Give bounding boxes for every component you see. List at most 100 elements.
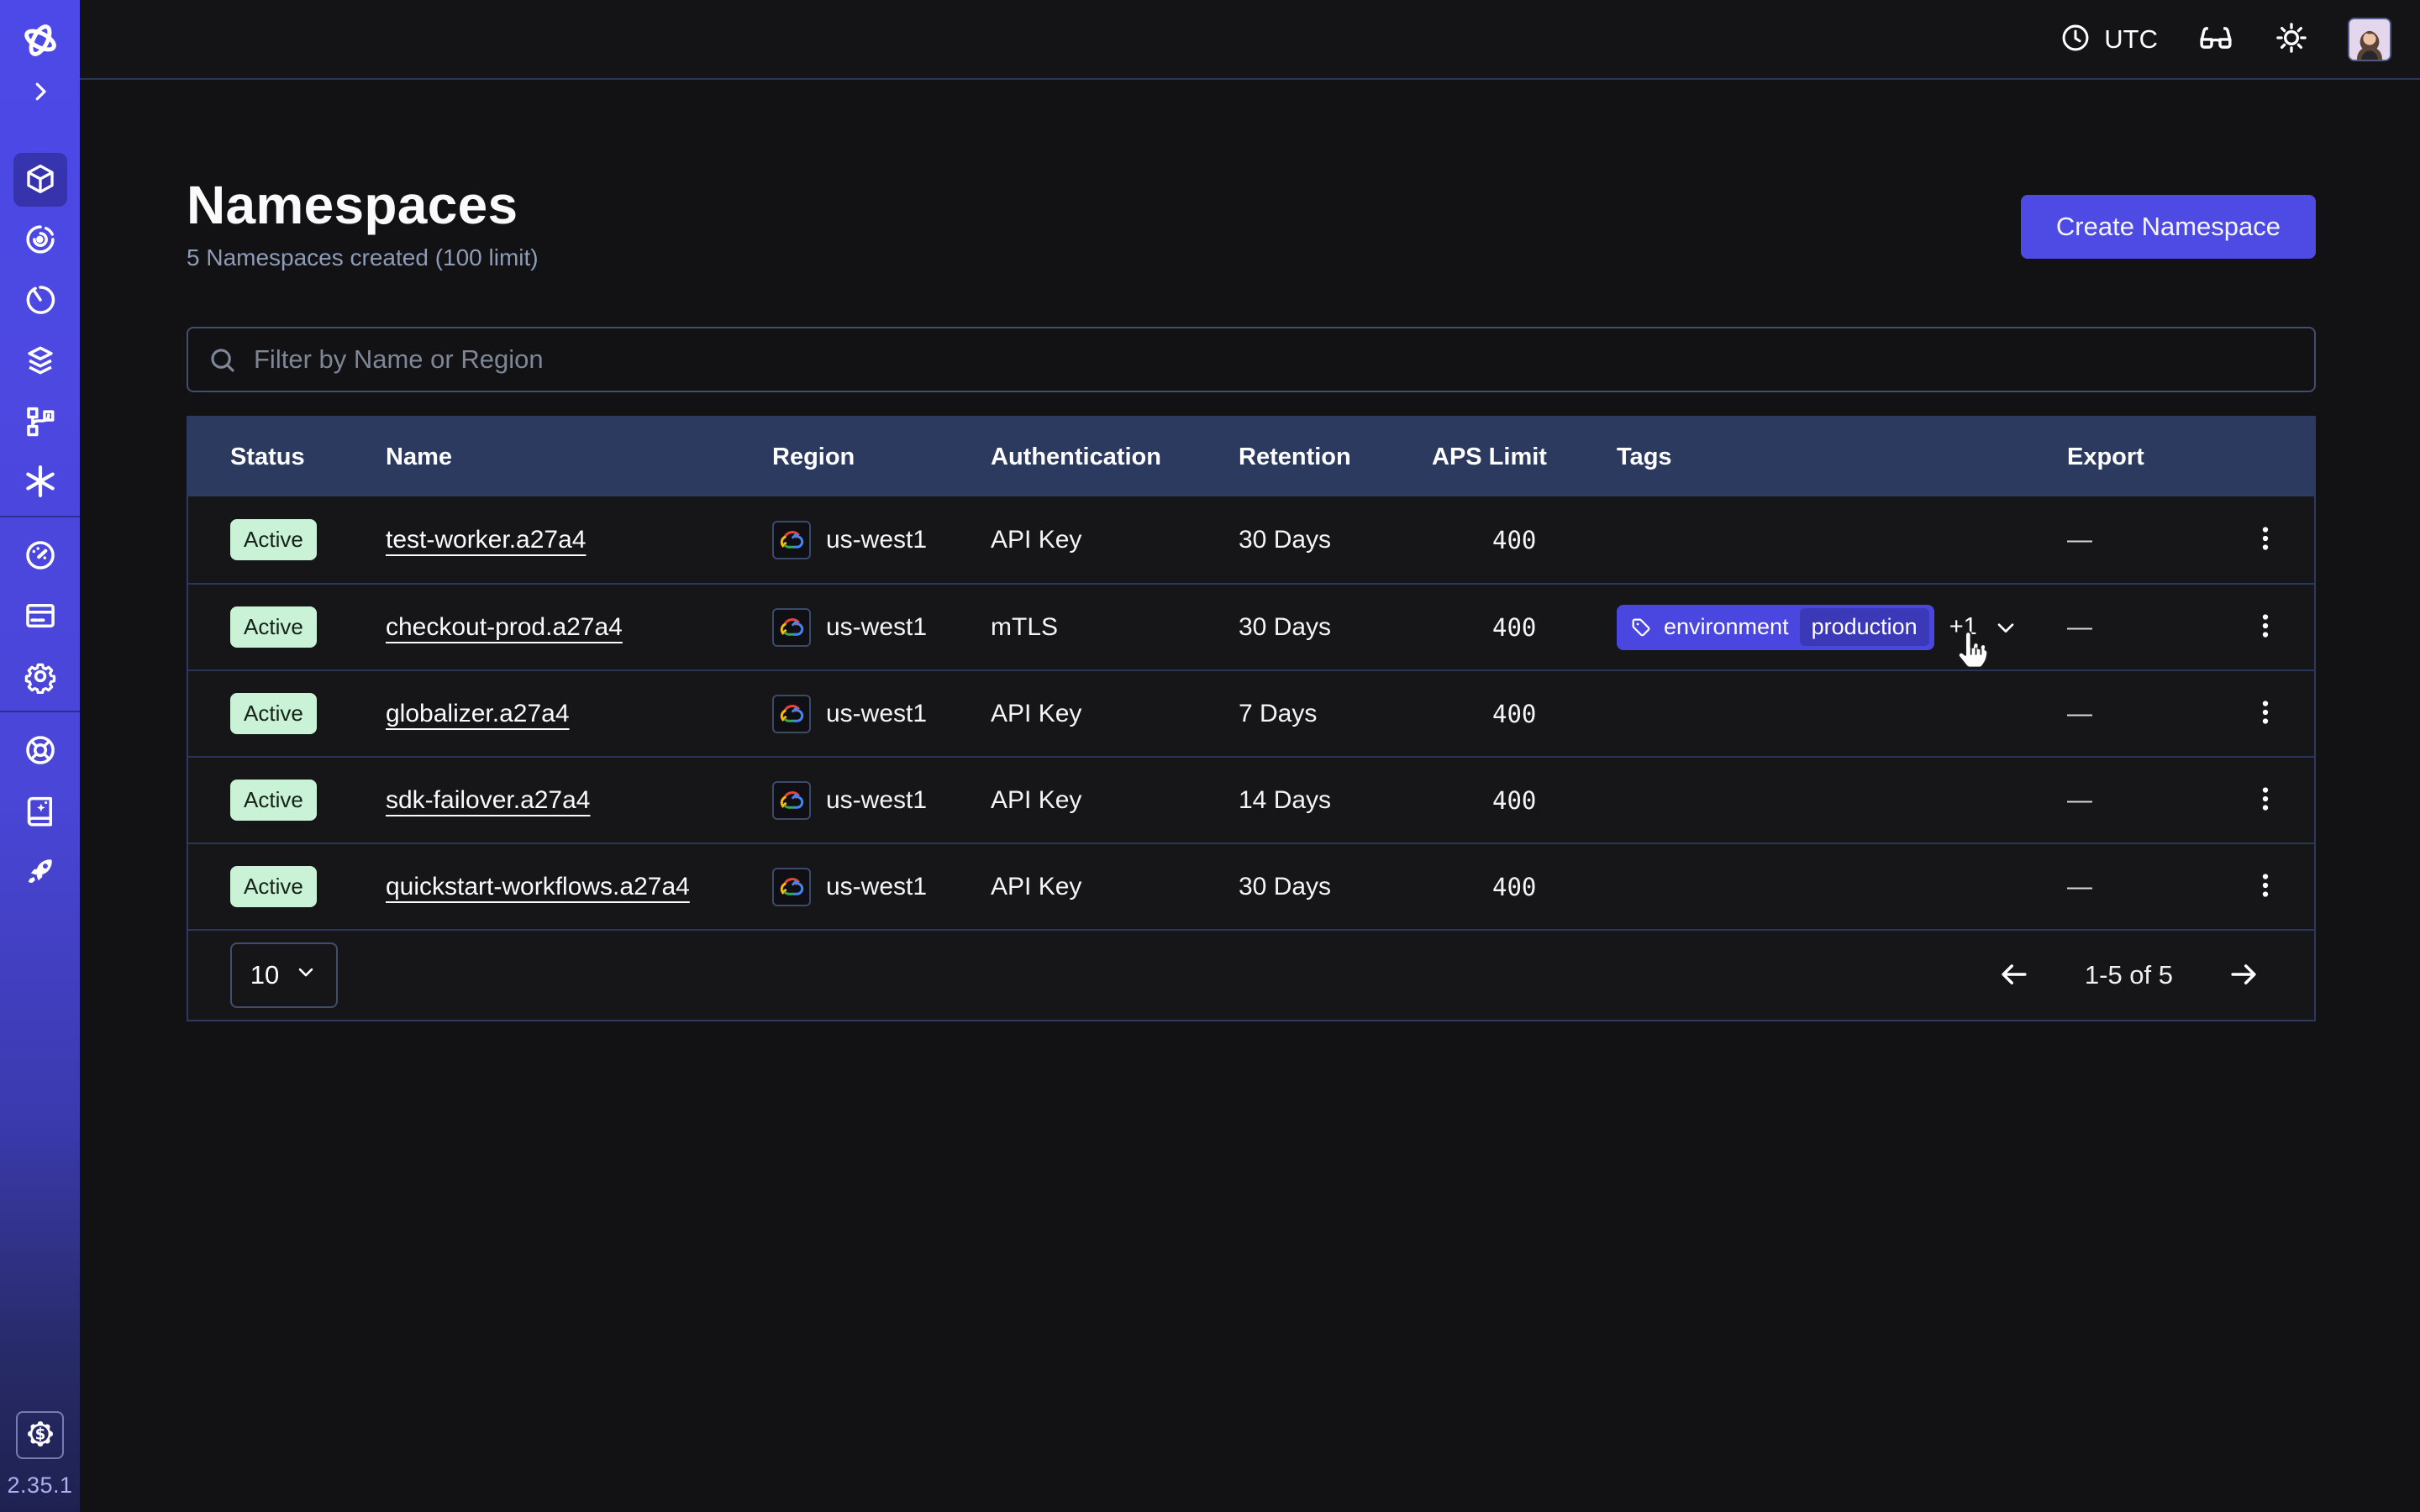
sidebar-item-nexus[interactable]	[13, 455, 67, 509]
sidebar-nav-help	[13, 724, 67, 899]
row-actions-cell	[2240, 602, 2314, 653]
asterisk-icon	[22, 463, 59, 502]
google-cloud-icon	[772, 521, 811, 559]
page-size-select[interactable]: 10	[230, 942, 338, 1008]
theme-toggle-button[interactable]	[2274, 20, 2309, 58]
row-menu-button[interactable]	[2240, 862, 2291, 912]
sidebar-expand-chevron-icon[interactable]	[20, 77, 60, 106]
table-row: Active checkout-prod.a27a4 us-west1 mTLS…	[188, 583, 2314, 669]
google-cloud-icon	[772, 781, 811, 820]
filter-input[interactable]	[187, 327, 2316, 392]
tag-group: environment production +1	[1617, 605, 2019, 650]
user-avatar[interactable]	[2348, 18, 2391, 61]
status-badge: Active	[230, 519, 317, 560]
next-page-button[interactable]	[2225, 956, 2262, 995]
credit-card-icon	[23, 598, 58, 636]
page-subtitle: 5 Namespaces created (100 limit)	[187, 244, 539, 271]
prev-page-button[interactable]	[1996, 956, 2033, 995]
namespace-link[interactable]: globalizer.a27a4	[386, 700, 570, 728]
namespace-link[interactable]: test-worker.a27a4	[386, 526, 586, 554]
aps-limit-cell: 400	[1432, 873, 1617, 901]
status-cell: Active	[230, 606, 386, 648]
authentication-cell: API Key	[991, 700, 1239, 728]
sidebar-item-namespaces[interactable]	[13, 153, 67, 207]
sidebar-item-deployments[interactable]	[13, 334, 67, 388]
status-cell: Active	[230, 693, 386, 734]
sidebar: $ 2.35.1	[0, 0, 80, 1512]
layers-icon	[23, 343, 58, 381]
export-cell: —	[2067, 700, 2240, 728]
row-menu-button[interactable]	[2240, 602, 2291, 653]
app-version: 2.35.1	[7, 1473, 72, 1499]
status-cell: Active	[230, 866, 386, 907]
page-title: Namespaces	[187, 176, 539, 234]
namespace-link[interactable]: checkout-prod.a27a4	[386, 613, 623, 642]
namespace-link[interactable]: sdk-failover.a27a4	[386, 786, 591, 815]
table-row: Active globalizer.a27a4 us-west1 API Key…	[188, 669, 2314, 756]
dollar-badge-icon: $	[24, 1418, 56, 1452]
row-menu-button[interactable]	[2240, 775, 2291, 826]
row-menu-button[interactable]	[2240, 515, 2291, 565]
tag-more-count[interactable]: +1	[1949, 613, 1977, 641]
status-badge: Active	[230, 693, 317, 734]
lifebuoy-icon	[23, 732, 58, 770]
col-header-aps-limit: APS Limit	[1432, 444, 1617, 471]
name-cell: test-worker.a27a4	[386, 526, 772, 554]
google-cloud-icon	[772, 608, 811, 647]
aps-limit-cell: 400	[1432, 526, 1617, 554]
rocket-icon	[23, 853, 58, 891]
table-body: Active test-worker.a27a4 us-west1 API Ke…	[188, 496, 2314, 929]
sidebar-item-billing[interactable]	[13, 590, 67, 643]
export-cell: —	[2067, 873, 2240, 901]
sun-icon	[2274, 20, 2309, 58]
temporal-logo-icon[interactable]	[18, 18, 62, 62]
sidebar-item-docs[interactable]	[13, 785, 67, 838]
sidebar-item-support[interactable]	[13, 724, 67, 778]
export-cell: —	[2067, 786, 2240, 815]
region-cell: us-west1	[772, 608, 991, 647]
region-label: us-west1	[826, 613, 927, 642]
region-label: us-west1	[826, 700, 927, 728]
status-badge: Active	[230, 606, 317, 648]
col-header-export: Export	[2067, 444, 2240, 471]
col-header-authentication: Authentication	[991, 444, 1239, 471]
export-cell: —	[2067, 613, 2240, 642]
col-header-tags: Tags	[1617, 444, 2067, 471]
namespace-link[interactable]: quickstart-workflows.a27a4	[386, 873, 690, 901]
sidebar-divider	[0, 516, 80, 517]
row-actions-cell	[2240, 862, 2314, 912]
sidebar-item-workflows[interactable]	[13, 395, 67, 449]
retention-cell: 30 Days	[1239, 526, 1432, 554]
tag-key: environment	[1664, 614, 1789, 640]
sidebar-item-schedules[interactable]	[13, 274, 67, 328]
sidebar-item-monitor[interactable]	[13, 213, 67, 267]
namespace-tag[interactable]: environment production	[1617, 605, 1934, 650]
table-footer: 10 1-5 of 5	[188, 929, 2314, 1020]
aps-limit-cell: 400	[1432, 700, 1617, 728]
kebab-menu-icon	[2250, 784, 2281, 816]
table-row: Active test-worker.a27a4 us-west1 API Ke…	[188, 496, 2314, 583]
labs-toggle-button[interactable]	[2196, 18, 2235, 60]
timezone-button[interactable]: UTC	[2060, 22, 2158, 56]
chevron-down-icon	[294, 960, 318, 990]
sidebar-item-get-started[interactable]	[13, 845, 67, 899]
usage-credits-button[interactable]: $	[16, 1411, 64, 1459]
glasses-icon	[2196, 18, 2235, 60]
tag-expand-chevron[interactable]	[1992, 614, 2019, 641]
region-cell: us-west1	[772, 521, 991, 559]
sidebar-item-usage[interactable]	[13, 529, 67, 583]
gauge-icon	[23, 538, 58, 575]
name-cell: globalizer.a27a4	[386, 700, 772, 728]
export-cell: —	[2067, 526, 2240, 554]
sidebar-divider-2	[0, 711, 80, 712]
name-cell: quickstart-workflows.a27a4	[386, 873, 772, 901]
sidebar-item-settings[interactable]	[13, 650, 67, 704]
table-row: Active sdk-failover.a27a4 us-west1 API K…	[188, 756, 2314, 843]
table-row: Active quickstart-workflows.a27a4 us-wes…	[188, 843, 2314, 929]
swirl-eye-icon	[23, 222, 58, 260]
cube-icon	[23, 161, 58, 199]
row-menu-button[interactable]	[2240, 689, 2291, 739]
status-cell: Active	[230, 519, 386, 560]
create-namespace-button[interactable]: Create Namespace	[2021, 195, 2316, 259]
gear-icon	[23, 659, 58, 696]
